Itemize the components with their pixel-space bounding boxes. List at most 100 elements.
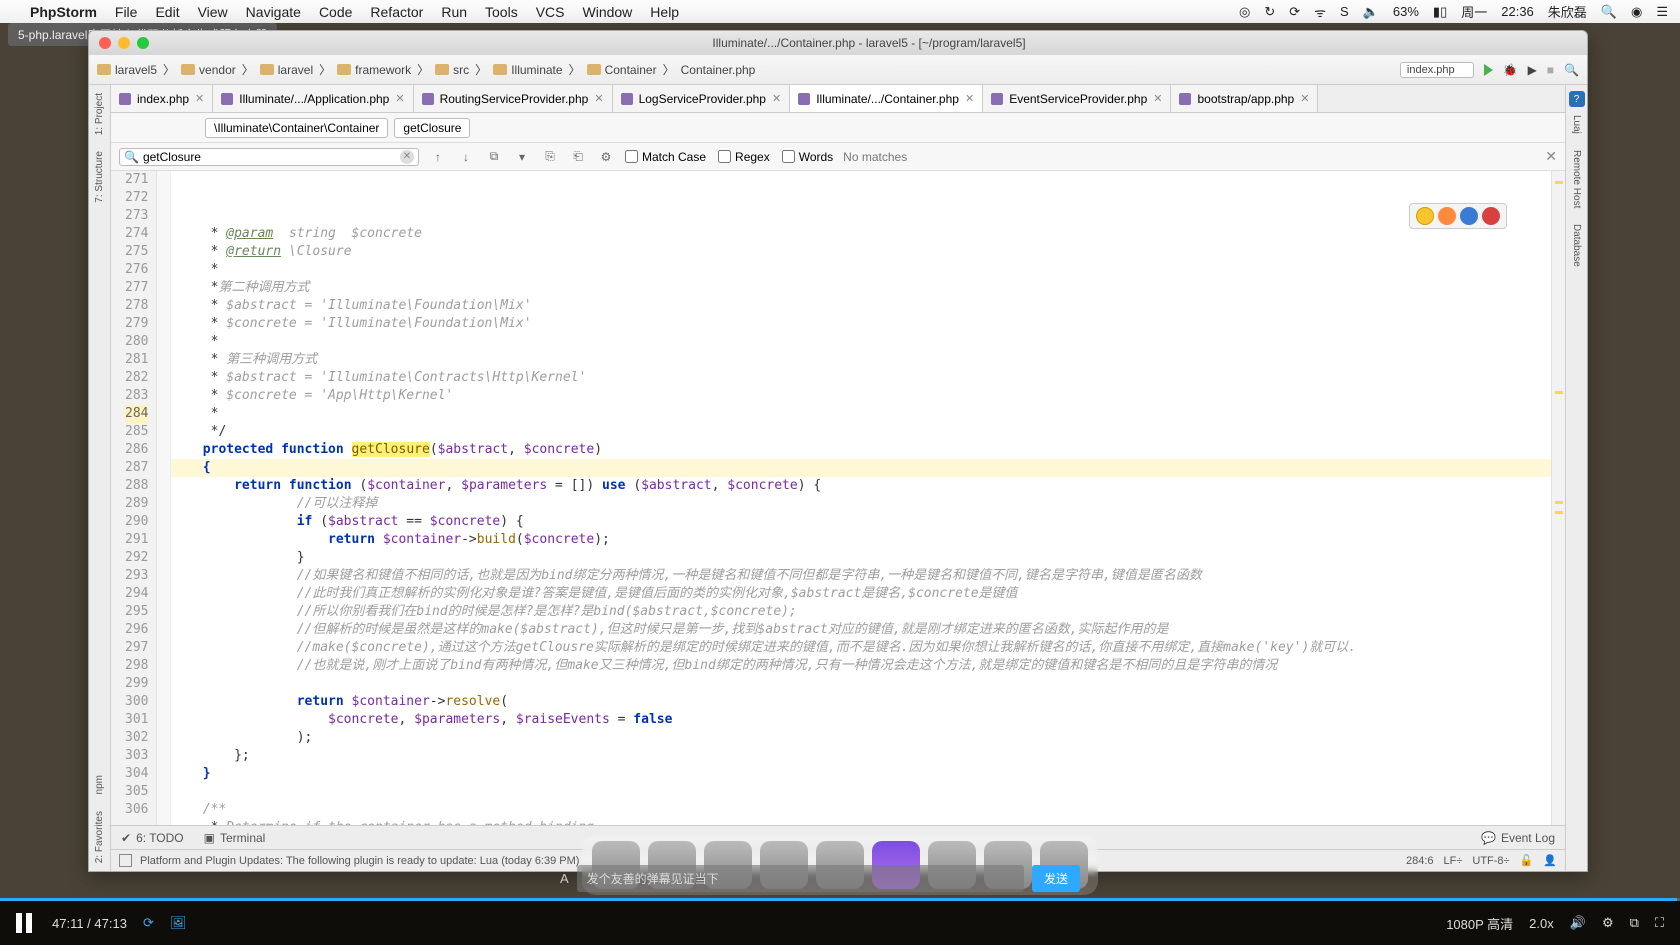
app-name[interactable]: PhpStorm [30, 4, 97, 20]
file-encoding[interactable]: UTF-8÷ [1472, 855, 1509, 867]
debug-icon[interactable]: 🐞 [1503, 63, 1518, 77]
quality-label[interactable]: 1080P 高清 [1446, 914, 1513, 933]
find-input[interactable] [143, 150, 400, 164]
php-file-icon [991, 93, 1003, 105]
clock-icon[interactable]: ↻ [1264, 4, 1275, 20]
regex-check[interactable]: Regex [718, 150, 770, 164]
words-check[interactable]: Words [782, 150, 833, 164]
close-tab-icon[interactable]: ✕ [395, 92, 404, 105]
menu-tools[interactable]: Tools [485, 4, 518, 20]
event-log-tab[interactable]: 💬 Event Log [1471, 826, 1565, 849]
editor-tab[interactable]: RoutingServiceProvider.php✕ [414, 85, 613, 112]
menu-edit[interactable]: Edit [155, 4, 179, 20]
opera-icon[interactable] [1482, 207, 1500, 225]
send-button[interactable]: 发送 [1032, 865, 1080, 892]
menu-code[interactable]: Code [319, 4, 352, 20]
safari-icon[interactable] [1460, 207, 1478, 225]
todo-tab[interactable]: ✔ 6: TODO [111, 826, 194, 849]
opt1-icon[interactable]: ⎘ [541, 148, 559, 166]
editor-tab[interactable]: EventServiceProvider.php✕ [983, 85, 1171, 112]
search-everywhere-icon[interactable]: 🔍 [1564, 63, 1579, 77]
ro-icon[interactable]: 🔓 [1520, 854, 1534, 867]
caret-position[interactable]: 284:6 [1406, 855, 1434, 867]
close-tab-icon[interactable]: ✕ [594, 92, 603, 105]
error-stripe[interactable] [1551, 171, 1565, 825]
opt2-icon[interactable]: ⎗ [569, 148, 587, 166]
coverage-icon[interactable]: ▶ [1528, 63, 1537, 77]
toolwin-npm[interactable]: npm [94, 767, 105, 802]
select-all-icon[interactable]: ⧉ [485, 148, 503, 166]
close-tab-icon[interactable]: ✕ [965, 92, 974, 105]
clear-icon[interactable]: ✕ [400, 150, 414, 164]
toolwin-remote-host[interactable]: Remote Host [1571, 142, 1582, 216]
menu-help[interactable]: Help [650, 4, 679, 20]
toolwin-favorites[interactable]: 2: Favorites [94, 803, 105, 871]
chrome-icon[interactable] [1416, 207, 1434, 225]
wifi-icon[interactable]: ᯤ [1314, 3, 1326, 21]
editor-tab[interactable]: LogServiceProvider.php✕ [613, 85, 791, 112]
compass-icon[interactable]: ◎ [1239, 4, 1250, 20]
menu-view[interactable]: View [198, 4, 228, 20]
font-icon[interactable]: A [560, 871, 569, 886]
gear-icon[interactable]: ⚙ [597, 148, 615, 166]
volume-icon[interactable]: 🔊 [1570, 915, 1586, 931]
close-tab-icon[interactable]: ✕ [772, 92, 781, 105]
firefox-icon[interactable] [1438, 207, 1456, 225]
battery-icon[interactable]: ▮▯ [1433, 4, 1447, 20]
menu-run[interactable]: Run [441, 4, 467, 20]
next-match-icon[interactable]: ↓ [457, 148, 475, 166]
right-tool-strip[interactable]: ? Luaj Remote Host Database [1565, 85, 1587, 871]
line-ending[interactable]: LF÷ [1444, 855, 1463, 867]
screenshot-icon[interactable]: 🖼 [170, 915, 187, 931]
run-config-select[interactable]: index.php [1400, 62, 1474, 78]
left-tool-strip[interactable]: 1: Project 7: Structure npm 2: Favorites [89, 85, 111, 871]
editor-tab[interactable]: index.php✕ [111, 85, 213, 112]
menu-window[interactable]: Window [583, 4, 633, 20]
inspector-icon[interactable]: 👤 [1543, 854, 1557, 867]
repeat-icon[interactable]: ⟳ [143, 915, 154, 931]
menu-navigate[interactable]: Navigate [246, 4, 301, 20]
close-find-icon[interactable]: ✕ [1545, 148, 1557, 165]
settings-icon[interactable]: ⚙ [1602, 915, 1614, 931]
match-case-check[interactable]: Match Case [625, 150, 706, 164]
volume-icon[interactable]: 🔈 [1363, 4, 1379, 20]
menu-refactor[interactable]: Refactor [370, 4, 423, 20]
spotlight-icon[interactable]: 🔍 [1601, 4, 1617, 20]
filter-icon[interactable]: ▾ [513, 148, 531, 166]
window-minimize-button[interactable] [118, 37, 130, 49]
menu-extras-icon[interactable]: ☰ [1656, 4, 1668, 20]
close-tab-icon[interactable]: ✕ [1153, 92, 1162, 105]
window-close-button[interactable] [99, 37, 111, 49]
toolwin-database[interactable]: Database [1571, 216, 1582, 275]
pip-icon[interactable]: ⧉ [1630, 915, 1639, 931]
prev-match-icon[interactable]: ↑ [429, 148, 447, 166]
pause-button[interactable] [16, 913, 36, 933]
nav-class[interactable]: \Illuminate\Container\Container [205, 118, 388, 138]
toolwin-structure[interactable]: 7: Structure [94, 143, 105, 211]
close-tab-icon[interactable]: ✕ [1300, 92, 1309, 105]
code-editor[interactable]: 2712722732742752762772782792802812822832… [111, 171, 1565, 825]
run-icon[interactable] [1484, 64, 1493, 76]
editor-tab[interactable]: Illuminate/.../Application.php✕ [213, 85, 413, 112]
status-box-icon[interactable] [119, 854, 132, 867]
editor-tab[interactable]: Illuminate/.../Container.php✕ [790, 85, 983, 112]
danmaku-input[interactable]: 发个友善的弹幕见证当下 [577, 865, 1024, 892]
speed-label[interactable]: 2.0x [1529, 916, 1554, 931]
fullscreen-icon[interactable]: ⛶ [1655, 915, 1664, 931]
code-body[interactable]: * @param string $concrete * @return \Clo… [171, 171, 1551, 825]
editor-tab[interactable]: bootstrap/app.php✕ [1171, 85, 1318, 112]
breadcrumb[interactable]: laravel5〉 vendor〉 laravel〉 framework〉 sr… [97, 61, 755, 78]
siri-icon[interactable]: ◉ [1631, 4, 1642, 20]
s-icon[interactable]: S [1340, 4, 1349, 19]
toolwin-luaj[interactable]: Luaj [1571, 107, 1582, 142]
stop-icon[interactable]: ■ [1547, 63, 1554, 77]
toolwin-project[interactable]: 1: Project [94, 85, 105, 143]
sync-icon[interactable]: ⟳ [1289, 4, 1300, 20]
close-tab-icon[interactable]: ✕ [195, 92, 204, 105]
q-icon[interactable]: ? [1569, 91, 1585, 107]
nav-member[interactable]: getClosure [394, 118, 470, 138]
terminal-tab[interactable]: ▣ Terminal [194, 826, 276, 849]
menu-vcs[interactable]: VCS [536, 4, 565, 20]
menu-file[interactable]: File [115, 4, 138, 20]
window-zoom-button[interactable] [137, 37, 149, 49]
